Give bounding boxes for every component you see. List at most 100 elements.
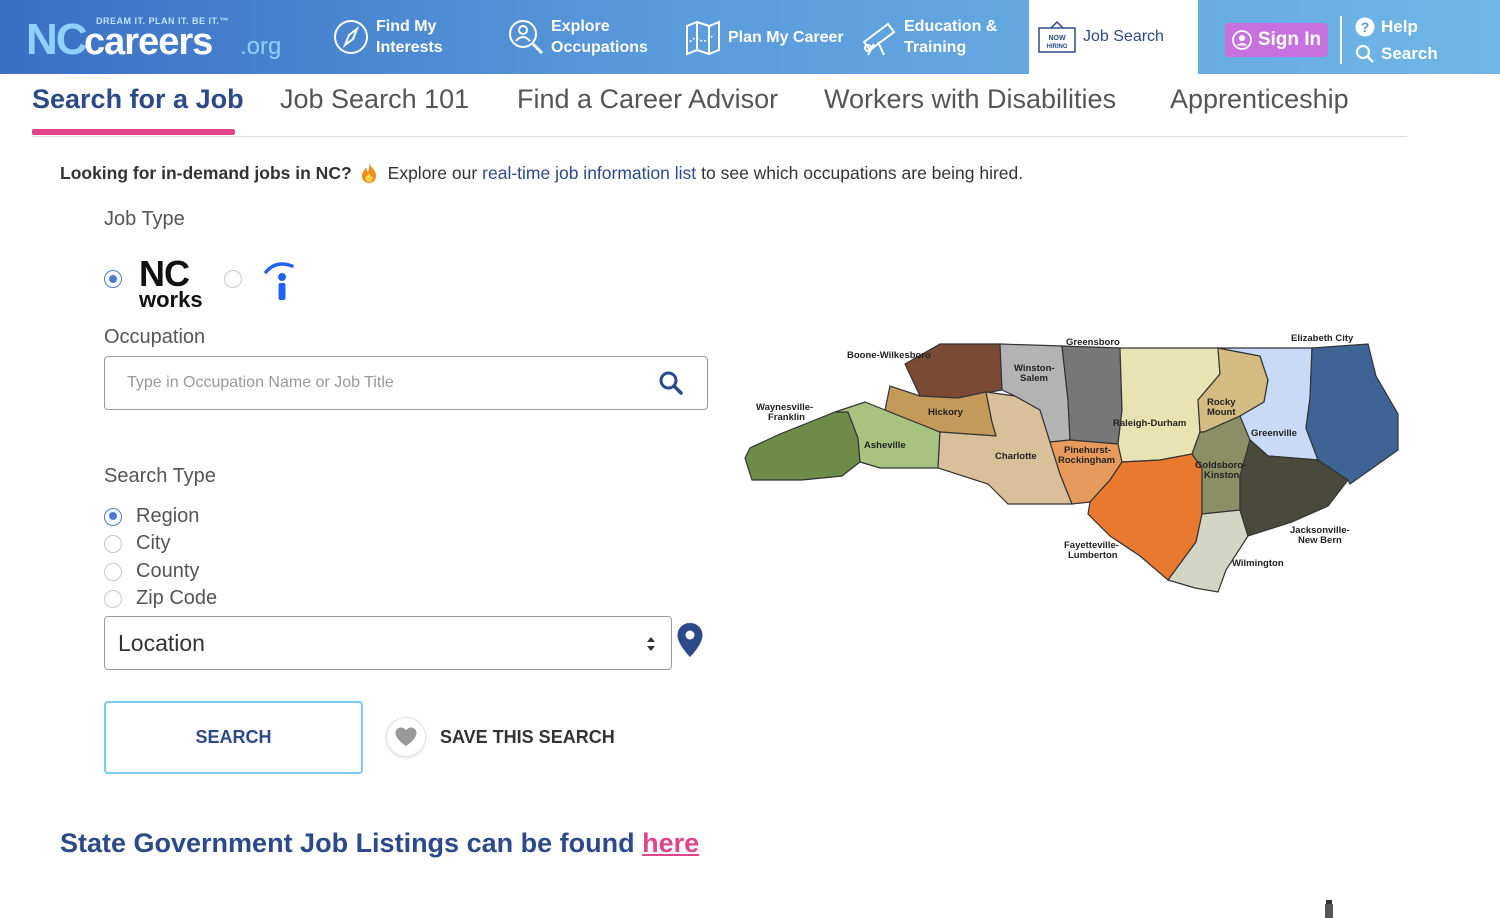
nav-find-my-interests[interactable]: Find My Interests bbox=[332, 14, 496, 60]
search-type-region[interactable]: Region bbox=[104, 505, 199, 528]
job-type-indeed-radio[interactable] bbox=[224, 270, 242, 288]
heart-icon bbox=[395, 727, 417, 746]
map-label-jacksonville-new-bern-2: New Bern bbox=[1298, 535, 1342, 546]
svg-text:RockyMount: Rocky Mount bbox=[1207, 397, 1236, 418]
occupation-label: Occupation bbox=[104, 326, 206, 348]
state-government-jobs: State Government Job Listings can be fou… bbox=[60, 828, 699, 859]
map-label-fayetteville-lumberton-2: Lumberton bbox=[1068, 550, 1118, 561]
telescope-icon bbox=[862, 22, 896, 56]
tab-job-search-101[interactable]: Job Search 101 bbox=[280, 84, 469, 115]
now-hiring-sign-icon: NOW HIRING bbox=[1038, 20, 1076, 53]
tab-find-a-career-advisor[interactable]: Find a Career Advisor bbox=[517, 84, 778, 115]
map-label-greenville: Greenville bbox=[1251, 428, 1297, 439]
indeed-logo-icon[interactable] bbox=[262, 258, 296, 302]
search-icon bbox=[1355, 44, 1374, 63]
promo-text: Explore our bbox=[387, 162, 478, 183]
map-label-wilmington: Wilmington bbox=[1232, 558, 1284, 569]
search-button[interactable]: SEARCH bbox=[104, 701, 363, 774]
site-search-link[interactable]: Search bbox=[1355, 44, 1438, 64]
nav-label: Find My Interests bbox=[376, 18, 443, 56]
radio-label: City bbox=[136, 532, 171, 554]
nav-label: Job Search bbox=[1083, 28, 1164, 45]
promo-text: to see which occupations are being hired… bbox=[701, 162, 1024, 183]
location-pin-icon[interactable] bbox=[676, 622, 704, 658]
svg-text:HIRING: HIRING bbox=[1047, 44, 1068, 50]
nc-regions-map: Waynesville-Franklin Asheville Boone-Wil… bbox=[744, 333, 1399, 593]
map-label-goldsboro-kinston-2: Kinston bbox=[1204, 470, 1240, 481]
radio-zip-code[interactable] bbox=[104, 589, 122, 608]
state-gov-here-link[interactable]: here bbox=[642, 828, 699, 858]
location-selected-value: Location bbox=[118, 629, 205, 656]
compass-icon bbox=[334, 20, 368, 54]
nav-education-training[interactable]: Education & Training bbox=[860, 14, 1024, 60]
radio-county[interactable] bbox=[104, 562, 122, 581]
map-label-pinehurst-rockingham-2: Rockingham bbox=[1058, 455, 1115, 466]
search-type-county[interactable]: County bbox=[104, 560, 199, 583]
svg-text:Pinehurst-Rockingham: Pinehurst-Rockingham bbox=[1058, 445, 1115, 466]
svg-text:Jacksonville-New Bern: Jacksonville-New Bern bbox=[1290, 525, 1350, 546]
job-type-ncworks-radio[interactable] bbox=[104, 270, 122, 288]
logo-org: .org bbox=[240, 33, 282, 60]
lighthouse-icon bbox=[1325, 900, 1333, 918]
ncworks-logo-nc: NC bbox=[139, 253, 190, 294]
radio-region[interactable] bbox=[104, 507, 122, 526]
location-select[interactable]: Location bbox=[104, 616, 672, 670]
sign-in-label: Sign In bbox=[1257, 29, 1322, 50]
ncworks-logo[interactable]: NC works bbox=[139, 253, 205, 312]
svg-text:Waynesville-Franklin: Waynesville-Franklin bbox=[756, 402, 813, 423]
fire-icon bbox=[361, 163, 376, 183]
nav-label: Education & Training bbox=[904, 18, 998, 56]
user-circle-icon bbox=[1231, 30, 1252, 50]
map-label-raleigh-durham: Raleigh-Durham bbox=[1113, 418, 1186, 429]
nav-job-search[interactable]: NOW HIRING Job Search bbox=[1029, 0, 1198, 74]
svg-text:Fayetteville-Lumberton: Fayetteville-Lumberton bbox=[1064, 540, 1119, 561]
svg-text:?: ? bbox=[1361, 19, 1370, 35]
nav-divider bbox=[1340, 16, 1342, 64]
heart-button[interactable] bbox=[386, 717, 426, 757]
map-label-boone-wilkesboro: Boone-Wilkesboro bbox=[847, 350, 931, 361]
logo-careers: careers bbox=[84, 21, 213, 63]
map-label-asheville: Asheville bbox=[864, 440, 906, 451]
radio-label: Zip Code bbox=[136, 587, 218, 609]
magnifier-person-icon bbox=[509, 20, 544, 55]
job-type-label: Job Type bbox=[104, 208, 185, 230]
nav-explore-occupations[interactable]: Explore Occupations bbox=[507, 14, 671, 60]
radio-label: County bbox=[136, 560, 200, 582]
map-label-charlotte: Charlotte bbox=[995, 451, 1037, 462]
help-link[interactable]: ? Help bbox=[1355, 17, 1418, 37]
map-label-elizabeth-city: Elizabeth City bbox=[1291, 333, 1354, 344]
ncareers-logo[interactable]: DREAM IT. PLAN IT. BE IT.™ NC careers .o… bbox=[26, 12, 286, 64]
in-demand-jobs-promo: Looking for in-demand jobs in NC? Explor… bbox=[60, 162, 1023, 184]
nav-plan-my-career[interactable]: Plan My Career bbox=[684, 14, 848, 60]
search-icon[interactable] bbox=[658, 370, 684, 396]
search-type-zip-code[interactable]: Zip Code bbox=[104, 587, 217, 610]
map-label-rocky-mount-2: Mount bbox=[1207, 407, 1236, 418]
help-label: Help bbox=[1381, 17, 1418, 36]
active-tab-indicator bbox=[32, 129, 235, 135]
region-greensboro[interactable] bbox=[1061, 345, 1123, 445]
search-label: Search bbox=[1381, 44, 1438, 63]
save-this-search[interactable]: SAVE THIS SEARCH bbox=[386, 717, 615, 757]
state-gov-text: State Government Job Listings can be fou… bbox=[60, 828, 635, 858]
tab-workers-with-disabilities[interactable]: Workers with Disabilities bbox=[824, 84, 1116, 115]
ncworks-logo-works: works bbox=[139, 287, 203, 312]
tab-search-for-a-job[interactable]: Search for a Job bbox=[32, 84, 244, 115]
real-time-job-info-link[interactable]: real-time job information list bbox=[482, 163, 696, 184]
svg-text:NOW: NOW bbox=[1048, 35, 1066, 42]
logo-nc: NC bbox=[26, 15, 88, 64]
sign-in-button[interactable]: Sign In bbox=[1225, 23, 1328, 57]
top-navigation: DREAM IT. PLAN IT. BE IT.™ NC careers .o… bbox=[0, 0, 1500, 74]
map-label-greensboro: Greensboro bbox=[1066, 337, 1120, 348]
search-type-city[interactable]: City bbox=[104, 532, 170, 555]
tab-apprenticeship[interactable]: Apprenticeship bbox=[1170, 84, 1349, 115]
radio-city[interactable] bbox=[104, 534, 122, 553]
nav-label: Explore Occupations bbox=[551, 18, 648, 56]
promo-lead: Looking for in-demand jobs in NC? bbox=[60, 162, 352, 183]
question-circle-icon: ? bbox=[1355, 17, 1375, 37]
map-label-hickory: Hickory bbox=[928, 407, 964, 418]
map-label-waynesville-franklin-2: Franklin bbox=[768, 412, 805, 423]
select-arrows-icon bbox=[647, 637, 655, 651]
map-label-winston-salem-2: Salem bbox=[1020, 373, 1048, 384]
occupation-search-input[interactable] bbox=[104, 356, 708, 410]
save-search-label: SAVE THIS SEARCH bbox=[440, 726, 615, 747]
